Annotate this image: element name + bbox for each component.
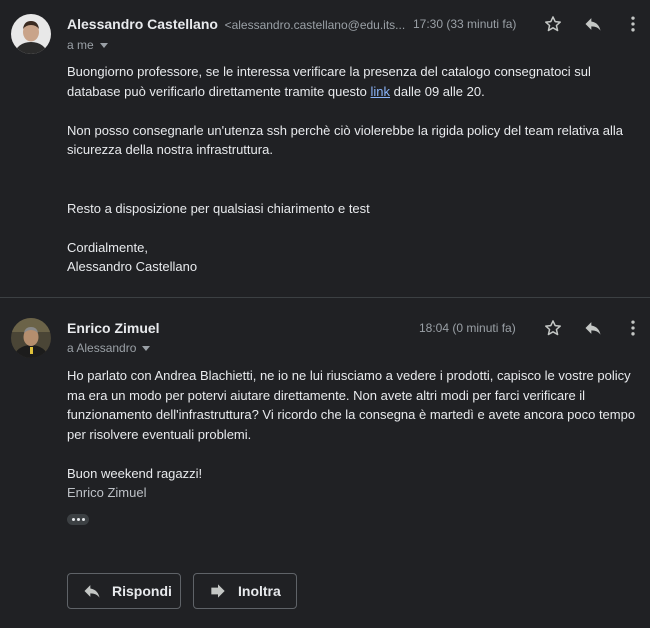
reply-icon [84, 585, 100, 598]
more-options-button[interactable] [622, 13, 644, 35]
sender-line: Enrico Zimuel [67, 320, 160, 336]
message-body: Ho parlato con Andrea Blachietti, ne io … [67, 366, 642, 503]
reply-action-button[interactable]: Rispondi [67, 573, 181, 609]
more-vert-icon [631, 320, 635, 336]
chevron-down-icon [99, 42, 108, 48]
reply-icon [585, 18, 601, 31]
forward-action-button[interactable]: Inoltra [193, 573, 297, 609]
star-button[interactable] [542, 13, 564, 35]
show-trimmed-content-button[interactable] [67, 514, 89, 525]
body-paragraph: Resto a disposizione per qualsiasi chiar… [67, 200, 370, 216]
message-2: Enrico Zimuel 18:04 (0 minuti fa) a Ales… [0, 298, 650, 548]
forward-label: Inoltra [238, 583, 281, 599]
reply-button[interactable] [582, 13, 604, 35]
signature: Alessandro Castellano [67, 259, 198, 274]
reply-icon [585, 322, 601, 335]
forward-icon [211, 584, 225, 598]
message-1: Alessandro Castellano <alessandro.castel… [0, 0, 650, 298]
sender-line: Alessandro Castellano <alessandro.castel… [67, 16, 405, 32]
signature: Enrico Zimuel [67, 485, 147, 500]
reply-button[interactable] [582, 317, 604, 339]
more-options-button[interactable] [622, 317, 644, 339]
recipient-details[interactable]: a Alessandro [67, 341, 151, 355]
body-paragraph: Non posso consegnarle un'utenza ssh perc… [67, 122, 624, 158]
catalog-link[interactable]: link [371, 84, 391, 99]
chevron-down-icon [142, 345, 151, 351]
sender-name[interactable]: Alessandro Castellano [67, 16, 218, 32]
recipient-details[interactable]: a me [67, 38, 108, 52]
message-time: 18:04 (0 minuti fa) [419, 321, 516, 335]
body-paragraph: Buon weekend ragazzi! [67, 465, 203, 481]
avatar-alessandro[interactable] [11, 14, 51, 54]
message-time: 17:30 (33 minuti fa) [413, 17, 517, 31]
recipient-label: a me [67, 38, 94, 52]
star-icon [545, 320, 561, 336]
star-icon [545, 16, 561, 32]
recipient-label: a Alessandro [67, 341, 137, 355]
message-body: Buongiorno professore, se le interessa v… [67, 62, 642, 277]
avatar-enrico[interactable] [11, 318, 51, 358]
star-button[interactable] [542, 317, 564, 339]
more-vert-icon [631, 16, 635, 32]
body-paragraph: Buongiorno professore, se le interessa v… [67, 64, 591, 99]
reply-label: Rispondi [112, 583, 172, 599]
sender-email: <alessandro.castellano@edu.its... [224, 18, 406, 32]
body-paragraph: Ho parlato con Andrea Blachietti, ne io … [67, 368, 636, 442]
closing: Cordialmente, [67, 239, 148, 255]
sender-name[interactable]: Enrico Zimuel [67, 320, 160, 336]
